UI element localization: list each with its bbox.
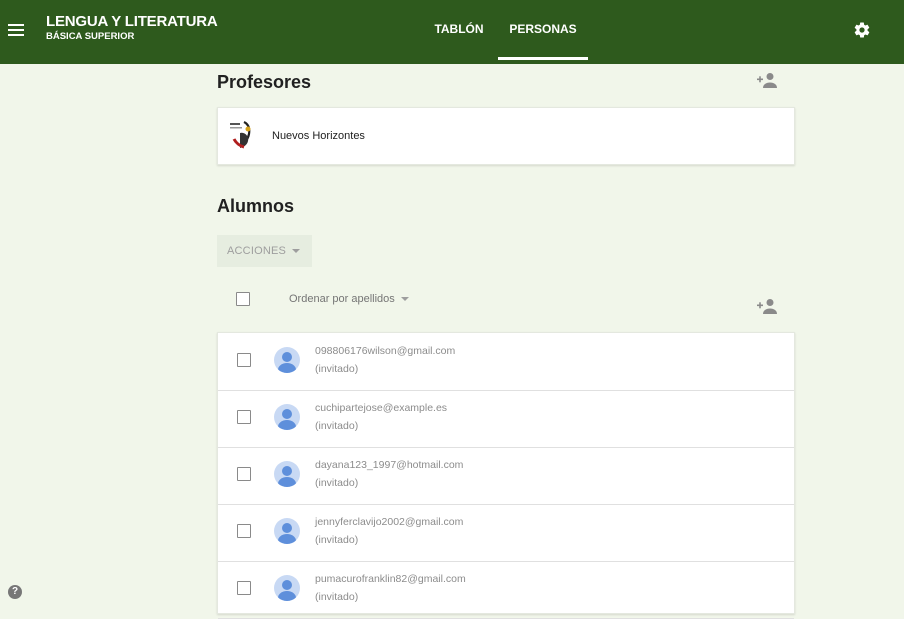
avatar [274, 347, 300, 373]
student-row[interactable]: dayana123_1997@hotmail.com (invitado) [218, 447, 794, 505]
sort-label: Ordenar por apellidos [289, 293, 395, 305]
student-list: 098806176wilson@gmail.com (invitado) cuc… [217, 332, 795, 619]
student-checkbox[interactable] [237, 581, 251, 595]
student-status: (invitado) [315, 420, 359, 432]
add-student-icon[interactable] [756, 298, 778, 314]
tab-tablon-label: TABLÓN [434, 22, 484, 36]
school-logo [230, 121, 251, 149]
student-checkbox[interactable] [237, 410, 251, 424]
student-row[interactable]: pumacurofranklin82@gmail.com (invitado) [218, 561, 794, 619]
teacher-card: Nuevos Horizontes [217, 107, 795, 165]
student-checkbox[interactable] [237, 467, 251, 481]
avatar [274, 461, 300, 487]
course-title[interactable]: LENGUA Y LITERATURA [46, 14, 218, 30]
help-icon[interactable]: ? [8, 585, 22, 599]
student-status: (invitado) [315, 534, 359, 546]
student-row[interactable]: cuchipartejose@example.es (invitado) [218, 390, 794, 448]
student-checkbox[interactable] [237, 353, 251, 367]
top-app-bar: LENGUA Y LITERATURA BÁSICA SUPERIOR TABL… [0, 0, 904, 64]
students-heading: Alumnos [217, 196, 295, 216]
tab-tablon[interactable]: TABLÓN [420, 0, 498, 64]
student-email: 098806176wilson@gmail.com [315, 345, 456, 357]
chevron-down-icon [400, 297, 409, 302]
add-teacher-icon[interactable] [756, 72, 778, 88]
menu-icon[interactable] [8, 21, 24, 37]
student-status: (invitado) [315, 591, 359, 603]
course-subtitle: BÁSICA SUPERIOR [46, 31, 135, 42]
tab-personas-label: PERSONAS [509, 22, 577, 36]
student-row[interactable]: jennyferclavijo2002@gmail.com (invitado) [218, 504, 794, 562]
sort-dropdown[interactable]: Ordenar por apellidos [289, 293, 409, 305]
avatar [274, 518, 300, 544]
student-email: jennyferclavijo2002@gmail.com [315, 516, 464, 528]
student-email: cuchipartejose@example.es [315, 402, 448, 414]
teachers-heading: Profesores [217, 72, 312, 92]
student-email: dayana123_1997@hotmail.com [315, 459, 464, 471]
student-email: pumacurofranklin82@gmail.com [315, 573, 466, 585]
actions-dropdown[interactable]: ACCIONES [217, 235, 312, 267]
avatar [274, 575, 300, 601]
chevron-down-icon [292, 249, 301, 254]
teacher-name[interactable]: Nuevos Horizontes [272, 130, 365, 142]
actions-label: ACCIONES [227, 245, 287, 257]
gear-icon[interactable] [853, 21, 871, 39]
avatar [274, 404, 300, 430]
student-row[interactable]: 098806176wilson@gmail.com (invitado) [218, 333, 794, 391]
select-all-checkbox[interactable] [236, 292, 250, 306]
student-checkbox[interactable] [237, 524, 251, 538]
student-status: (invitado) [315, 363, 359, 375]
student-status: (invitado) [315, 477, 359, 489]
tab-personas[interactable]: PERSONAS [498, 0, 588, 64]
active-tab-indicator [498, 57, 588, 60]
